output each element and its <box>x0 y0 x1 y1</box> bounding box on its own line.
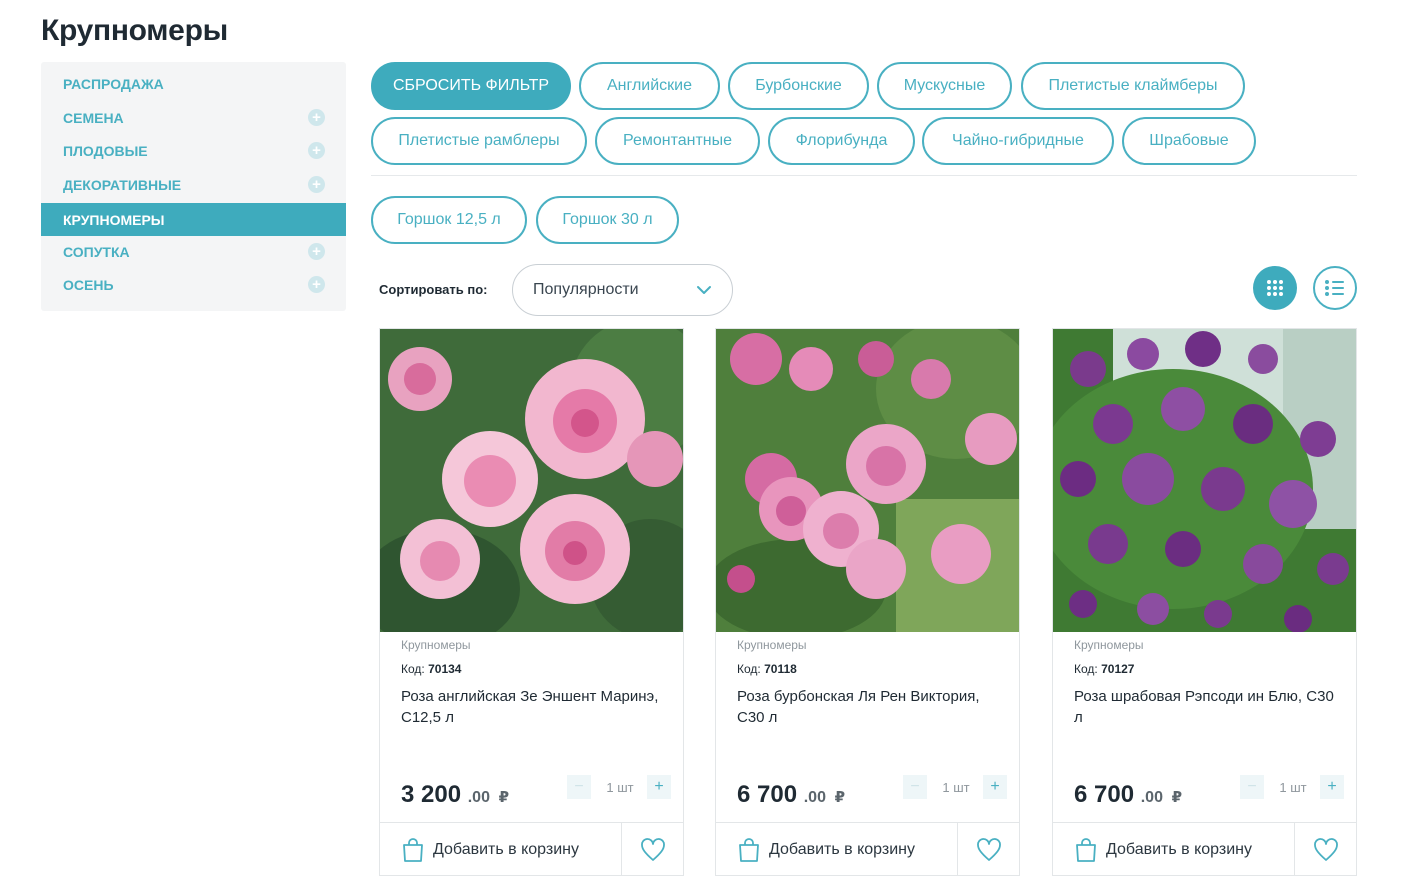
product-card[interactable]: Крупномеры Код: 70127 Роза шрабовая Рэпс… <box>1052 328 1357 876</box>
product-name[interactable]: Роза английская Зе Эншент Маринэ, С12,5 … <box>401 686 666 728</box>
product-card-footer: Добавить в корзину <box>716 822 1019 876</box>
shopping-bag-icon <box>739 837 759 862</box>
add-to-cart-button[interactable]: Добавить в корзину <box>716 823 957 876</box>
product-code: Код: 70118 <box>737 662 797 676</box>
filter-chip-english[interactable]: Английские <box>579 62 720 110</box>
pink-bourbon-roses-photo <box>716 329 1019 632</box>
heart-icon <box>976 837 1001 861</box>
purple-roses-photo <box>1053 329 1356 632</box>
product-card-footer: Добавить в корзину <box>380 822 683 876</box>
product-card[interactable]: Крупномеры Код: 70118 Роза бурбонская Ля… <box>715 328 1020 876</box>
sidebar-item-label: СЕМЕНА <box>63 109 124 126</box>
sidebar-item-label: ОСЕНЬ <box>63 276 114 293</box>
sort-select[interactable]: Популярности <box>512 264 733 316</box>
filter-chip-pot-30[interactable]: Горшок 30 л <box>536 196 679 244</box>
product-card[interactable]: Крупномеры Код: 70134 Роза английская Зе… <box>379 328 684 876</box>
sidebar-item-label: ПЛОДОВЫЕ <box>63 142 148 159</box>
list-icon <box>1325 280 1344 296</box>
filter-chip-remontant[interactable]: Ремонтантные <box>595 117 760 165</box>
quantity-minus-button[interactable]: − <box>903 775 927 799</box>
product-category: Крупномеры <box>1074 638 1144 652</box>
product-name[interactable]: Роза шрабовая Рэпсоди ин Блю, С30 л <box>1074 686 1339 728</box>
sort-label: Сортировать по: <box>379 282 488 297</box>
favorite-button[interactable] <box>957 823 1019 876</box>
filter-chip-ramblers[interactable]: Плетистые рамблеры <box>371 117 587 165</box>
product-card-footer: Добавить в корзину <box>1053 822 1356 876</box>
expand-plus-icon[interactable]: + <box>308 109 325 126</box>
shopping-bag-icon <box>403 837 423 862</box>
filter-divider <box>371 175 1357 176</box>
sidebar-item-large-plants[interactable]: КРУПНОМЕРЫ <box>41 203 346 236</box>
filter-chip-hybrid-tea[interactable]: Чайно-гибридные <box>922 117 1114 165</box>
reset-filter-button[interactable]: СБРОСИТЬ ФИЛЬТР <box>371 62 571 110</box>
sort-selected-value: Популярности <box>533 281 639 298</box>
quantity-value[interactable]: 1 шт <box>1267 780 1319 795</box>
sidebar-item-label: СОПУТКА <box>63 243 130 260</box>
grid-view-button[interactable] <box>1253 266 1297 310</box>
expand-plus-icon[interactable]: + <box>308 243 325 260</box>
list-view-button[interactable] <box>1313 266 1357 310</box>
product-category: Крупномеры <box>401 638 471 652</box>
shopping-bag-icon <box>1076 837 1096 862</box>
add-to-cart-label: Добавить в корзину <box>433 840 580 858</box>
chevron-down-icon <box>697 286 711 294</box>
expand-plus-icon[interactable]: + <box>308 142 325 159</box>
product-price: 6 700 .00 ₽ <box>1074 781 1183 808</box>
product-name[interactable]: Роза бурбонская Ля Рен Виктория, С30 л <box>737 686 1002 728</box>
pink-roses-photo <box>380 329 683 632</box>
product-price: 6 700 .00 ₽ <box>737 781 846 808</box>
filter-chip-pot-12-5[interactable]: Горшок 12,5 л <box>371 196 527 244</box>
expand-plus-icon[interactable]: + <box>308 176 325 193</box>
product-category: Крупномеры <box>737 638 807 652</box>
category-sidebar: РАСПРОДАЖА СЕМЕНА + ПЛОДОВЫЕ + ДЕКОРАТИВ… <box>41 62 346 311</box>
product-image[interactable] <box>716 329 1019 632</box>
sidebar-item-sale[interactable]: РАСПРОДАЖА <box>41 67 346 100</box>
filter-chip-shrub[interactable]: Шрабовые <box>1122 117 1256 165</box>
add-to-cart-label: Добавить в корзину <box>769 840 916 858</box>
product-image[interactable] <box>1053 329 1356 632</box>
sidebar-item-fruit[interactable]: ПЛОДОВЫЕ + <box>41 134 346 167</box>
product-price: 3 200 .00 ₽ <box>401 781 510 808</box>
favorite-button[interactable] <box>621 823 683 876</box>
favorite-button[interactable] <box>1294 823 1356 876</box>
heart-icon <box>1313 837 1338 861</box>
sidebar-item-accessories[interactable]: СОПУТКА + <box>41 235 346 268</box>
filter-chip-bourbon[interactable]: Бурбонские <box>728 62 869 110</box>
product-image[interactable] <box>380 329 683 632</box>
sidebar-item-seeds[interactable]: СЕМЕНА + <box>41 101 346 134</box>
add-to-cart-button[interactable]: Добавить в корзину <box>380 823 621 876</box>
expand-plus-icon[interactable]: + <box>308 276 325 293</box>
add-to-cart-label: Добавить в корзину <box>1106 840 1253 858</box>
page-title: Крупномеры <box>41 14 228 47</box>
sidebar-item-label: КРУПНОМЕРЫ <box>63 211 165 228</box>
sidebar-item-decorative[interactable]: ДЕКОРАТИВНЫЕ + <box>41 168 346 201</box>
quantity-plus-button[interactable]: + <box>983 775 1007 799</box>
filter-chip-musk[interactable]: Мускусные <box>877 62 1012 110</box>
sidebar-item-label: РАСПРОДАЖА <box>63 75 164 92</box>
quantity-minus-button[interactable]: − <box>1240 775 1264 799</box>
sidebar-item-autumn[interactable]: ОСЕНЬ + <box>41 268 346 301</box>
heart-icon <box>640 837 665 861</box>
filter-chip-floribunda[interactable]: Флорибунда <box>768 117 915 165</box>
add-to-cart-button[interactable]: Добавить в корзину <box>1053 823 1294 876</box>
product-code: Код: 70127 <box>1074 662 1135 676</box>
quantity-plus-button[interactable]: + <box>1320 775 1344 799</box>
product-code: Код: 70134 <box>401 662 462 676</box>
grid-icon <box>1267 280 1283 296</box>
quantity-minus-button[interactable]: − <box>567 775 591 799</box>
sidebar-item-label: ДЕКОРАТИВНЫЕ <box>63 176 182 193</box>
filter-chip-climbers[interactable]: Плетистые клаймберы <box>1021 62 1245 110</box>
quantity-value[interactable]: 1 шт <box>930 780 982 795</box>
quantity-value[interactable]: 1 шт <box>594 780 646 795</box>
quantity-plus-button[interactable]: + <box>647 775 671 799</box>
